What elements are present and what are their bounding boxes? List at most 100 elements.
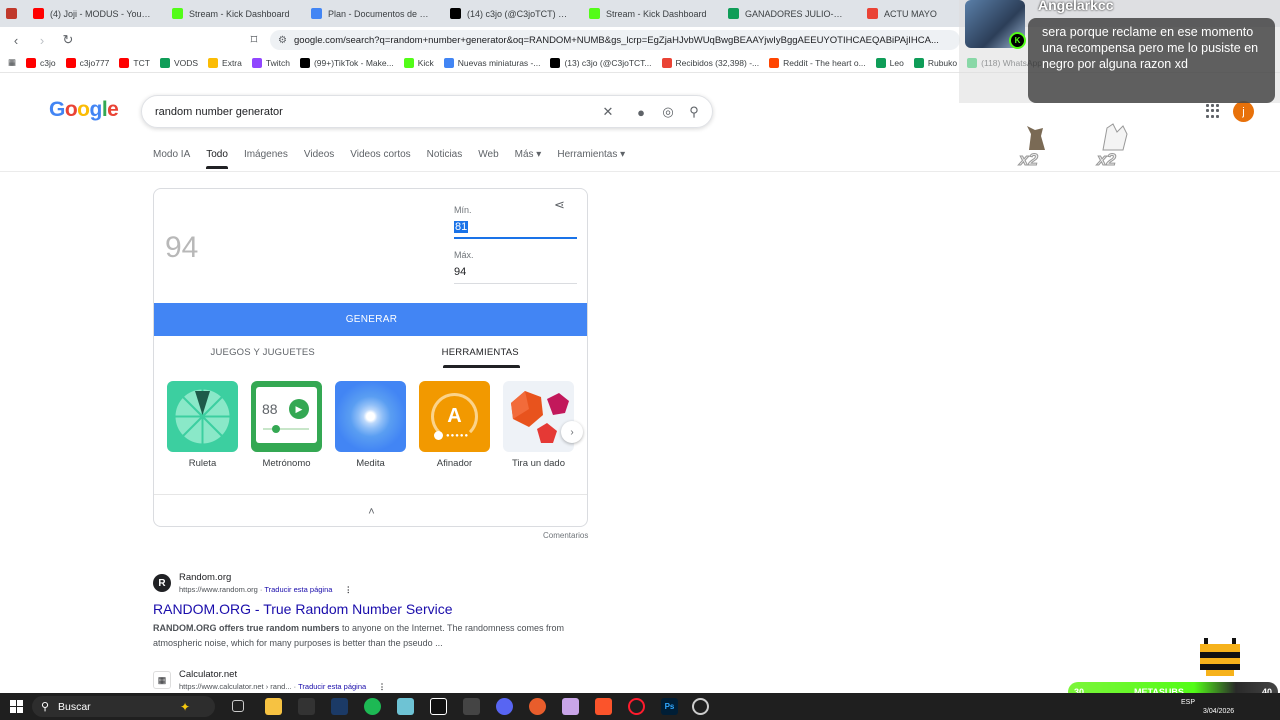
collapse-chevron-icon[interactable]: ˄ bbox=[154, 494, 587, 526]
result-title-link[interactable]: RANDOM.ORG - True Random Number Service bbox=[153, 601, 583, 617]
search-tab[interactable]: Imágenes bbox=[244, 149, 288, 160]
tool-roulette[interactable]: Ruleta bbox=[167, 381, 238, 469]
search-tab[interactable]: Noticias bbox=[427, 149, 463, 160]
bookmark-item[interactable]: c3jo bbox=[26, 57, 56, 68]
bookmark-favicon-icon bbox=[661, 57, 672, 68]
bookmark-item[interactable]: TCT bbox=[119, 57, 150, 68]
play-icon: ▶ bbox=[289, 399, 309, 419]
bookmark-item[interactable]: Kick bbox=[403, 57, 434, 68]
google-apps-icon[interactable] bbox=[1206, 104, 1220, 118]
search-tab[interactable]: Todo bbox=[206, 149, 228, 169]
tray-language[interactable]: ESP bbox=[1181, 699, 1211, 706]
search-tab[interactable]: Más ▾ bbox=[515, 149, 542, 160]
tab-favicon-icon bbox=[311, 8, 322, 19]
bookmark-item[interactable]: (13) c3jo (@C3joTCT... bbox=[550, 57, 652, 68]
google-logo[interactable]: Google bbox=[49, 98, 119, 122]
bookmark-item[interactable]: Rubuko bbox=[913, 57, 957, 68]
windows-start-icon[interactable] bbox=[10, 699, 24, 714]
app-icon[interactable] bbox=[562, 698, 579, 715]
brave-icon[interactable] bbox=[595, 698, 612, 715]
account-avatar[interactable]: j bbox=[1233, 101, 1254, 122]
browser-tab[interactable]: (14) c3jo (@C3joTCT) / X bbox=[440, 0, 579, 27]
bookmark-item[interactable]: Leo bbox=[875, 57, 904, 68]
file-explorer-icon[interactable] bbox=[265, 698, 282, 715]
metronome-icon: 88 ▶ bbox=[251, 381, 322, 452]
bookmark-item[interactable]: Twitch bbox=[251, 57, 290, 68]
generate-button[interactable]: GENERAR bbox=[154, 303, 587, 336]
tab-favicon-icon bbox=[33, 8, 44, 19]
spotify-icon[interactable] bbox=[364, 698, 381, 715]
search-tab[interactable]: Herramientas ▾ bbox=[557, 149, 625, 160]
site-info-icon[interactable]: ⚙ bbox=[278, 35, 287, 46]
tool-metronome[interactable]: 88 ▶ Metrónomo bbox=[251, 381, 322, 469]
forward-icon[interactable]: › bbox=[32, 30, 52, 50]
search-tab[interactable]: Videos cortos bbox=[350, 149, 410, 160]
bookmark-item[interactable]: Nuevas miniaturas -... bbox=[443, 57, 541, 68]
tab-games[interactable]: JUEGOS Y JUGUETES bbox=[154, 336, 372, 368]
app-icon[interactable] bbox=[397, 698, 414, 715]
feedback-link[interactable]: Comentarios bbox=[543, 531, 588, 540]
tool-meditate[interactable]: Medita bbox=[335, 381, 406, 469]
browser-menu-icon[interactable] bbox=[0, 0, 23, 27]
bookmark-item[interactable]: Extra bbox=[208, 57, 242, 68]
bookmark-item[interactable]: c3jo777 bbox=[65, 57, 109, 68]
bookmark-item[interactable]: Reddit - The heart o... bbox=[769, 57, 866, 68]
translate-link[interactable]: Traducir esta página bbox=[298, 682, 366, 691]
obs-icon[interactable] bbox=[463, 698, 480, 715]
min-value[interactable]: 81 bbox=[454, 221, 469, 233]
steam-icon[interactable] bbox=[331, 698, 348, 715]
browser-tab[interactable]: Stream - Kick Dashboard bbox=[162, 0, 301, 27]
more-options-icon[interactable]: ⋮ bbox=[345, 585, 353, 594]
app-icon[interactable] bbox=[692, 698, 709, 715]
search-tab[interactable]: Modo IA bbox=[153, 149, 190, 160]
bookmark-favicon-icon bbox=[913, 57, 924, 68]
search-tab[interactable]: Videos bbox=[304, 149, 334, 160]
search-tab[interactable]: Web bbox=[478, 149, 498, 160]
reload-icon[interactable]: ↻ bbox=[58, 30, 78, 50]
address-bar[interactable]: ⚙ google.com/search?q=random+number+gene… bbox=[270, 30, 960, 50]
translate-link[interactable]: Traducir esta página bbox=[264, 585, 332, 594]
tab-tools[interactable]: HERRAMIENTAS bbox=[372, 336, 588, 368]
epic-games-icon[interactable] bbox=[298, 698, 315, 715]
min-input[interactable]: 81 bbox=[454, 217, 577, 239]
carousel-next-icon[interactable]: › bbox=[561, 421, 583, 443]
share-icon[interactable]: ⋖ bbox=[554, 197, 570, 213]
tool-tuner[interactable]: A ●●●●● Afinador bbox=[419, 381, 490, 469]
kick-logo-icon: K bbox=[1009, 32, 1026, 49]
browser-tab[interactable]: Stream - Kick Dashboard bbox=[579, 0, 718, 27]
tuner-icon: A ●●●●● bbox=[419, 381, 490, 452]
opera-icon[interactable] bbox=[628, 698, 645, 715]
bookmark-item[interactable]: VODS bbox=[159, 57, 199, 68]
search-box[interactable]: random number generator ✕ ● ◎ ⚲ bbox=[141, 95, 713, 128]
bookmark-icon[interactable]: ⌑ bbox=[244, 30, 264, 50]
capcut-icon[interactable] bbox=[430, 698, 447, 715]
generated-number: 94 bbox=[165, 231, 199, 264]
tray-date[interactable]: 3/04/2026 bbox=[1203, 708, 1243, 715]
taskbar-search[interactable]: ⚲ Buscar ✦ bbox=[32, 696, 215, 717]
bookmark-favicon-icon bbox=[299, 57, 310, 68]
bookmark-label: VODS bbox=[173, 57, 199, 68]
bookmark-item[interactable]: Recibidos (32,398) -... bbox=[661, 57, 759, 68]
more-options-icon[interactable]: ⋮ bbox=[378, 682, 386, 691]
browser-tab[interactable]: Plan - Documentos de Google bbox=[301, 0, 440, 27]
max-input[interactable]: 94 bbox=[454, 262, 577, 284]
back-icon[interactable]: ‹ bbox=[6, 30, 26, 50]
apps-grid-icon[interactable]: ▦ bbox=[8, 57, 16, 68]
bookmark-favicon-icon bbox=[875, 57, 886, 68]
lens-icon[interactable]: ◎ bbox=[660, 104, 676, 120]
bookmark-label: Nuevas miniaturas -... bbox=[457, 57, 541, 68]
microphone-icon[interactable]: ● bbox=[633, 104, 649, 120]
browser-tab[interactable]: (4) Joji - MODUS - YouTub bbox=[23, 0, 162, 27]
bookmark-favicon-icon bbox=[443, 57, 454, 68]
app-icon[interactable] bbox=[529, 698, 546, 715]
browser-tab[interactable]: GANADORES JULIO-OCT - Ho bbox=[718, 0, 857, 27]
task-view-icon[interactable] bbox=[232, 700, 244, 712]
bookmark-favicon-icon bbox=[159, 57, 170, 68]
bookmark-item[interactable]: (99+)TikTok - Make... bbox=[299, 57, 394, 68]
discord-icon[interactable] bbox=[496, 698, 513, 715]
x2-label: x2 bbox=[1019, 150, 1039, 170]
clear-icon[interactable]: ✕ bbox=[600, 104, 616, 120]
search-query[interactable]: random number generator bbox=[155, 106, 283, 118]
photoshop-icon[interactable]: Ps bbox=[661, 698, 678, 715]
search-icon[interactable]: ⚲ bbox=[686, 104, 702, 120]
